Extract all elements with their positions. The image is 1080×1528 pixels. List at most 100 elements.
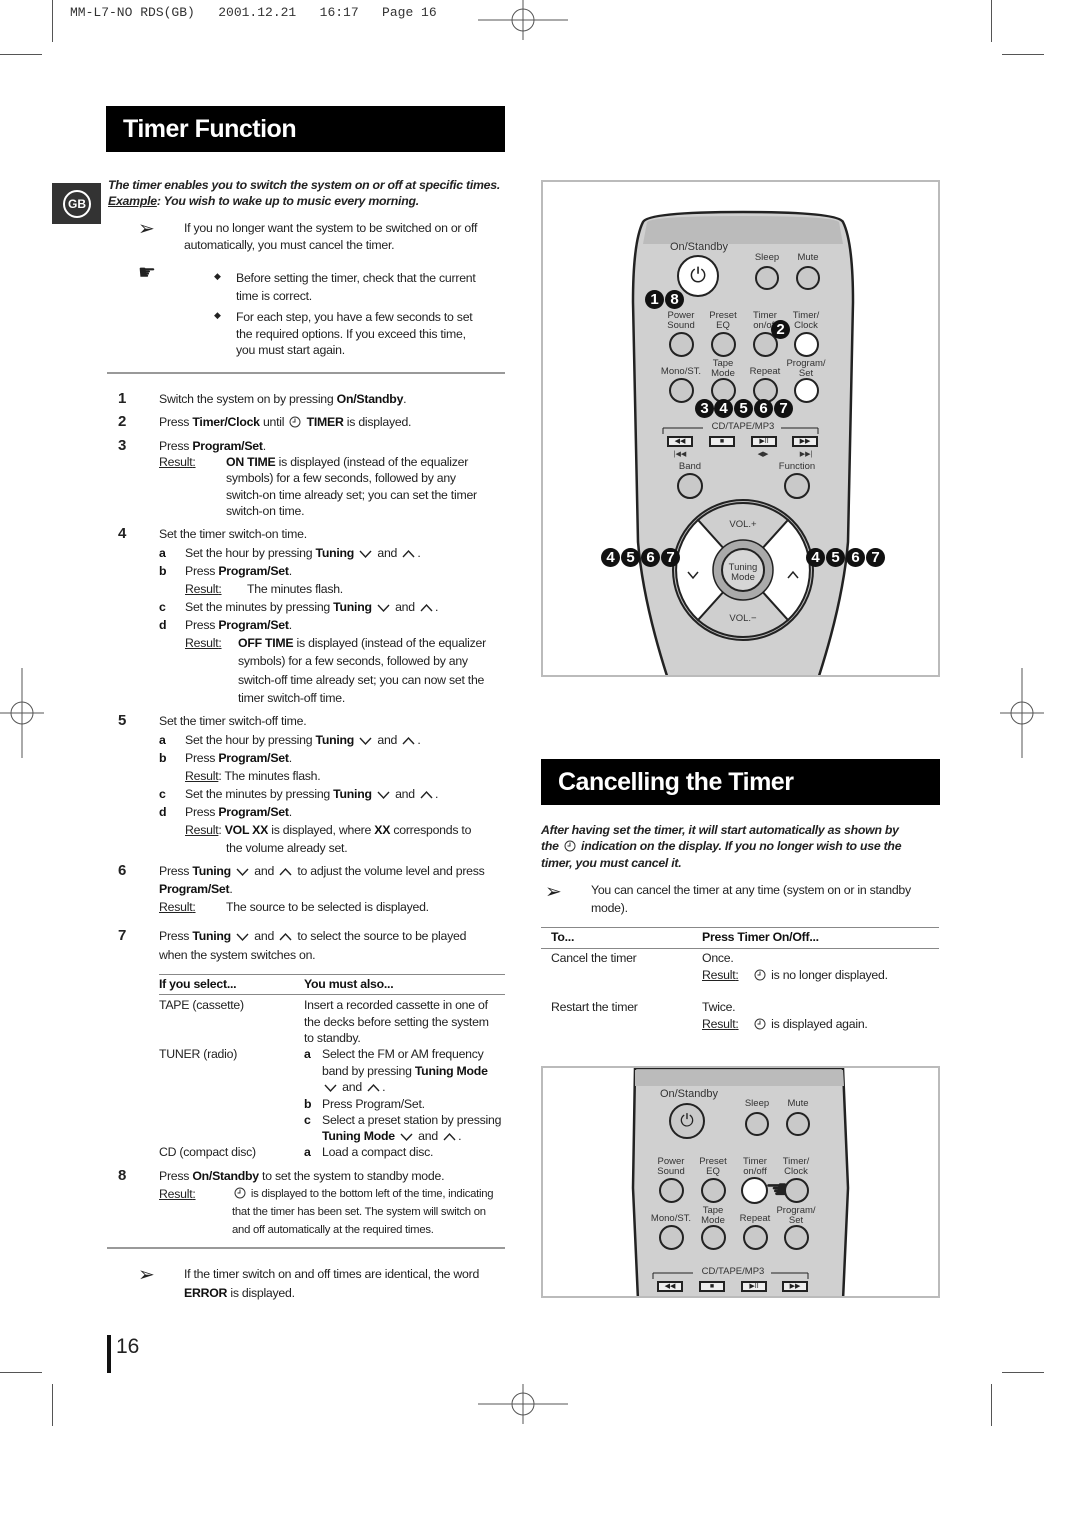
callout-badge: 7 — [866, 548, 885, 567]
power-icon: ⏻ — [680, 1111, 694, 1130]
result-text: The source to be selected is displayed. — [226, 900, 429, 914]
step-1-text: Switch the system on by pressing On/Stan… — [159, 392, 407, 406]
text-segment: Select a preset station by pressing — [322, 1113, 502, 1127]
text-segment: . — [288, 751, 292, 765]
callout-badge: 5 — [734, 399, 753, 418]
text-segment: . — [435, 600, 439, 614]
table-cell-action: Cancel the timer — [551, 951, 637, 965]
step-number: 7 — [118, 927, 127, 944]
pointing-hand-icon: ☚ — [765, 1174, 789, 1204]
result-text: switch-on time. — [226, 504, 305, 518]
source-instruction: and . — [322, 1080, 386, 1096]
step-number: 1 — [118, 390, 127, 407]
result-label-text: Result — [159, 1187, 193, 1201]
language-badge-label: GB — [63, 190, 91, 218]
result-label: Result: — [702, 968, 739, 982]
callout-badge: 2 — [771, 320, 790, 339]
text-segment: is displayed, where — [268, 823, 375, 837]
result-line: Result: The minutes flash. — [185, 769, 321, 783]
text-segment: . — [403, 392, 407, 406]
text-segment: Press — [185, 618, 219, 632]
result-text: and off automatically at the required ti… — [232, 1223, 434, 1237]
repeat-button — [743, 1225, 768, 1250]
crop-mark — [991, 1384, 992, 1426]
bold-text: OFF TIME — [238, 636, 294, 650]
on-standby-label: On/Standby — [669, 241, 729, 253]
bold-text: ERROR — [184, 1286, 228, 1300]
timer-clock-button — [794, 332, 819, 357]
sleep-label: Sleep — [744, 1098, 770, 1109]
bold-text: Program/Set — [218, 618, 289, 632]
tuning-up-icon — [367, 1082, 380, 1096]
timer-clock-icon — [754, 969, 766, 984]
table-cell-action: Restart the timer — [551, 1000, 638, 1014]
preset-eq-button — [701, 1178, 726, 1203]
crop-mark — [1002, 54, 1044, 55]
intro-text: The timer enables you to switch the syst… — [108, 178, 501, 192]
fast-forward-button: ▶▶ — [782, 1281, 808, 1292]
text-segment: corresponds to — [390, 823, 472, 837]
tuning-down-icon — [359, 735, 372, 749]
substep-text: Set the minutes by pressing Tuning and . — [185, 787, 438, 803]
crop-mark — [0, 54, 42, 55]
substep-text: Set the hour by pressing Tuning and . — [185, 546, 421, 562]
bullet-icon: ◆ — [214, 310, 221, 320]
power-icon: ⏻ — [690, 264, 706, 287]
result-text: The minutes flash. — [247, 582, 343, 596]
text-segment: to adjust the volume level and press — [294, 864, 485, 878]
text-segment — [372, 600, 375, 614]
text-segment: Set the hour by pressing — [185, 546, 316, 560]
tape-mode-button — [701, 1225, 726, 1250]
tuning-mode-label: Tuning Mode — [728, 562, 758, 583]
callout-badge: 3 — [695, 399, 714, 418]
result-text: that the timer has been set. The system … — [232, 1205, 486, 1219]
preset-eq-label: Preset EQ — [709, 310, 737, 331]
result-text: symbols) for a few seconds, followed by … — [238, 654, 468, 668]
step-number: 6 — [118, 862, 127, 879]
note-text: If you no longer want the system to be s… — [184, 221, 478, 235]
source-label: TUNER (radio) — [159, 1047, 238, 1061]
bold-text: Tuning — [333, 787, 372, 801]
note-text: mode). — [591, 901, 628, 915]
crop-mark — [0, 1372, 42, 1373]
tuning-up-icon — [279, 931, 292, 945]
step-3-text: Press Program/Set. — [159, 439, 266, 453]
bold-text: Program/Set — [218, 564, 289, 578]
text-segment: the volume already set. — [226, 841, 348, 855]
text-segment — [372, 787, 375, 801]
callout-badge: 5 — [826, 548, 845, 567]
text-segment: . — [417, 733, 421, 747]
result-label-text: Result — [159, 455, 193, 469]
function-label: Function — [778, 461, 816, 472]
callout-badge: 7 — [774, 399, 793, 418]
text-segment: and — [339, 1080, 366, 1094]
text-segment: band by pressing — [322, 1064, 415, 1078]
callout-badge: 4 — [806, 548, 825, 567]
on-standby-label: On/Standby — [659, 1088, 719, 1100]
mono-st-label: Mono/ST. — [660, 366, 702, 377]
mute-label: Mute — [787, 1098, 809, 1109]
tuning-down-icon — [377, 789, 390, 803]
text-segment: and — [415, 1129, 442, 1143]
tuning-down-icon — [400, 1131, 413, 1145]
text-segment: timer switch-off time. — [238, 691, 346, 705]
text-segment: Set the timer switch-on time. — [159, 527, 307, 541]
bullet-icon: ◆ — [214, 271, 221, 281]
text-segment: . — [417, 546, 421, 560]
program-set-label: Program/Set — [776, 1205, 816, 1226]
timer-clock-icon — [289, 416, 301, 431]
substep-text: Set the hour by pressing Tuning and . — [185, 733, 421, 749]
divider — [107, 1247, 505, 1249]
text-segment: . — [288, 564, 292, 578]
text-segment: Press — [159, 864, 193, 878]
text-segment: . — [262, 439, 266, 453]
text-segment: Set the minutes by pressing — [185, 600, 334, 614]
source-label: TAPE (cassette) — [159, 998, 244, 1012]
pointing-hand-icon: ☛ — [138, 262, 156, 284]
crop-mark — [991, 0, 992, 42]
text-segment: Press — [159, 439, 193, 453]
arrow-note-icon: ➢ — [545, 881, 562, 903]
callout-badge: 4 — [601, 548, 620, 567]
power-sound-label: Power Sound — [657, 1156, 685, 1177]
callout-badge: 1 — [645, 290, 664, 309]
